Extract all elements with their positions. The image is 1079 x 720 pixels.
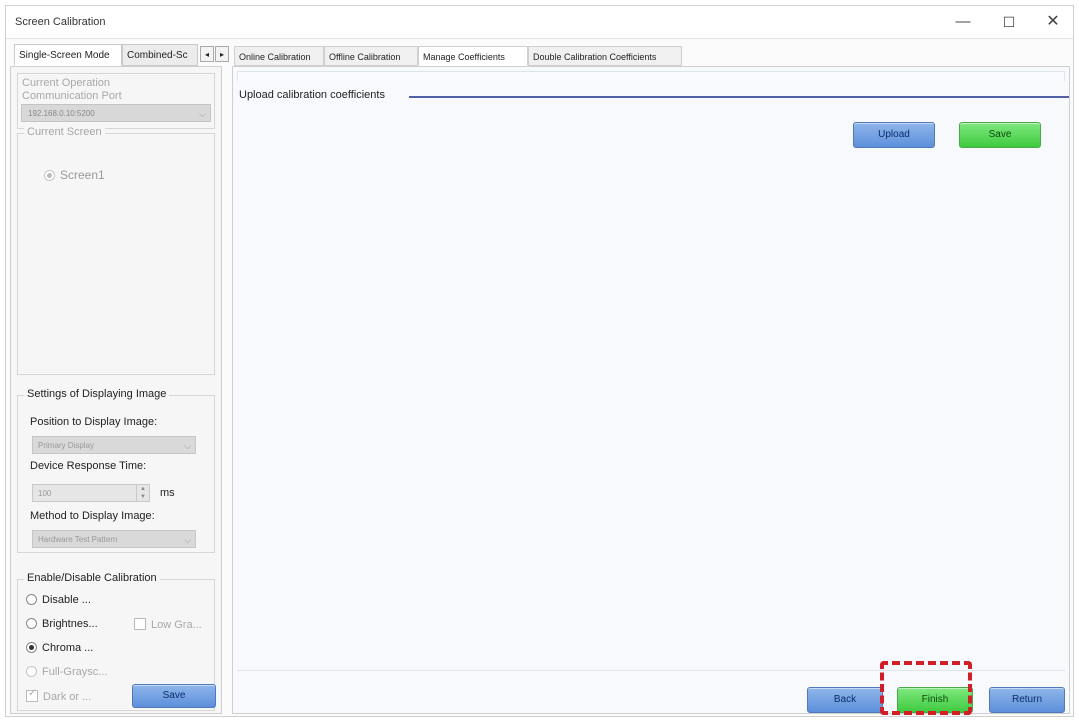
radio-icon bbox=[26, 642, 37, 653]
upload-section-title: Upload calibration coefficients bbox=[239, 89, 391, 101]
calibration-group: Enable/Disable Calibration Disable ... B… bbox=[17, 572, 216, 711]
response-time-label: Device Response Time: bbox=[30, 460, 147, 472]
radio-brightness[interactable]: Brightnes... bbox=[26, 618, 98, 630]
tab-online-calibration[interactable]: Online Calibration bbox=[234, 46, 324, 66]
checkbox-low-gray[interactable]: Low Gra... bbox=[134, 618, 202, 631]
save-coefficients-button[interactable]: Save bbox=[959, 122, 1041, 148]
current-screen-title: Current Screen bbox=[24, 126, 105, 138]
radio-icon bbox=[26, 666, 37, 677]
chevron-down-icon: ⌵ bbox=[199, 109, 206, 119]
section-divider bbox=[409, 96, 1069, 98]
position-label: Position to Display Image: bbox=[30, 416, 158, 428]
left-mode-tabs: Single-Screen Mode Combined-Sc ◂ ▸ bbox=[10, 44, 230, 66]
operation-port-label: Current Operation Communication Port bbox=[22, 77, 122, 102]
position-select[interactable]: Primary Display ⌵ bbox=[32, 436, 196, 454]
radio-icon bbox=[26, 618, 37, 629]
operation-port-group: Current Operation Communication Port 192… bbox=[17, 73, 215, 129]
screen-calibration-window: Screen Calibration — ☐ ✕ Single-Screen M… bbox=[5, 5, 1074, 717]
tab-offline-calibration[interactable]: Offline Calibration bbox=[324, 46, 418, 66]
left-panel: Current Operation Communication Port 192… bbox=[10, 66, 222, 714]
display-settings-title: Settings of Displaying Image bbox=[24, 388, 170, 400]
display-settings-group: Settings of Displaying Image Position to… bbox=[17, 388, 215, 553]
radio-disable[interactable]: Disable ... bbox=[26, 594, 91, 606]
return-button[interactable]: Return bbox=[989, 687, 1065, 713]
finish-highlight-annotation bbox=[880, 661, 972, 715]
close-icon[interactable]: ✕ bbox=[1036, 11, 1070, 33]
upload-section: Upload calibration coefficients bbox=[239, 89, 1069, 109]
response-time-unit: ms bbox=[160, 487, 175, 499]
spinner-arrows-icon[interactable]: ▲ ▼ bbox=[136, 485, 149, 501]
checkbox-dark[interactable]: Dark or ... bbox=[26, 688, 91, 703]
panel-header-strip bbox=[237, 71, 1065, 81]
tab-manage-coefficients[interactable]: Manage Coefficients bbox=[418, 46, 528, 66]
manage-coefficients-panel: Upload calibration coefficients Upload S… bbox=[232, 66, 1070, 714]
radio-chroma[interactable]: Chroma ... bbox=[26, 642, 93, 654]
tab-double-calibration-coefficients[interactable]: Double Calibration Coefficients bbox=[528, 46, 682, 66]
tab-scroll-right-icon[interactable]: ▸ bbox=[215, 46, 229, 62]
radio-full-grayscale[interactable]: Full-Graysc... bbox=[26, 666, 107, 678]
calibration-title: Enable/Disable Calibration bbox=[24, 572, 160, 584]
checkbox-icon bbox=[26, 688, 38, 702]
checkbox-icon bbox=[134, 618, 146, 630]
back-button[interactable]: Back bbox=[807, 687, 883, 713]
method-label: Method to Display Image: bbox=[30, 510, 155, 522]
tab-scroll-left-icon[interactable]: ◂ bbox=[200, 46, 214, 62]
minimize-icon[interactable]: — bbox=[946, 11, 980, 33]
screen-radio-screen1[interactable]: Screen1 bbox=[44, 168, 105, 182]
upload-button[interactable]: Upload bbox=[853, 122, 935, 148]
title-bar: Screen Calibration — ☐ ✕ bbox=[6, 6, 1073, 39]
tab-combined-screen[interactable]: Combined-Sc bbox=[122, 44, 198, 66]
tab-single-screen-mode[interactable]: Single-Screen Mode bbox=[14, 44, 122, 66]
maximize-icon[interactable]: ☐ bbox=[992, 11, 1026, 33]
window-title: Screen Calibration bbox=[15, 16, 106, 28]
method-select[interactable]: Hardware Test Pattern ⌵ bbox=[32, 530, 196, 548]
response-time-input[interactable]: 100 ▲ ▼ bbox=[32, 484, 150, 502]
chevron-down-icon: ⌵ bbox=[184, 441, 191, 451]
calibration-save-button[interactable]: Save bbox=[132, 684, 216, 708]
current-screen-group: Current Screen Screen1 bbox=[17, 126, 215, 375]
radio-icon bbox=[26, 594, 37, 605]
chevron-down-icon: ⌵ bbox=[184, 535, 191, 545]
radio-icon bbox=[44, 170, 55, 181]
communication-port-select[interactable]: 192.168.0.10:5200 ⌵ bbox=[21, 104, 211, 122]
